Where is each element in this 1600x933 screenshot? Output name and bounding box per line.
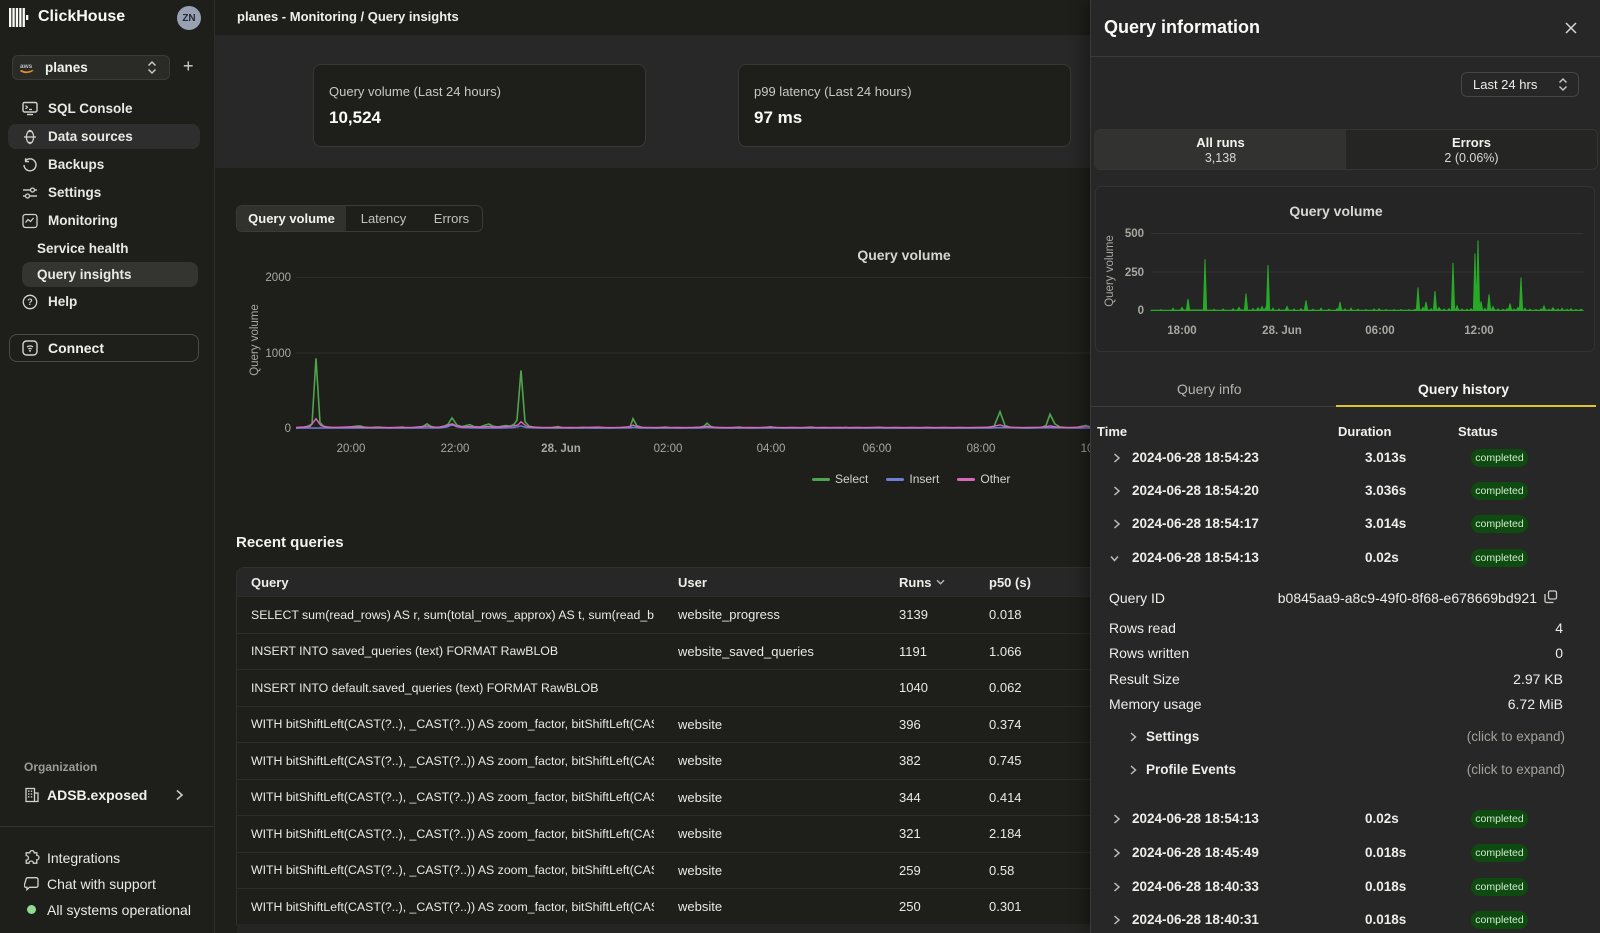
svg-text:aws: aws [20,63,33,70]
svg-text:06:00: 06:00 [1365,325,1394,337]
svg-text:0: 0 [1138,305,1144,317]
svg-text:28. Jun: 28. Jun [1262,325,1302,337]
svg-text:06:00: 06:00 [863,443,892,455]
svg-text:02:00: 02:00 [654,443,683,455]
svg-text:20:00: 20:00 [337,443,366,455]
svg-text:Query volume: Query volume [249,304,261,376]
svg-text:2000: 2000 [265,272,291,284]
svg-text:500: 500 [1125,228,1144,240]
svg-text:250: 250 [1125,267,1144,279]
svg-text:04:00: 04:00 [757,443,786,455]
svg-text:0: 0 [285,423,291,435]
svg-text:1000: 1000 [265,348,291,360]
svg-text:18:00: 18:00 [1167,325,1196,337]
svg-text:08:00: 08:00 [967,443,996,455]
svg-text:?: ? [27,297,33,307]
svg-text:Query volume: Query volume [1104,235,1116,307]
svg-text:12:00: 12:00 [1464,325,1493,337]
svg-text:22:00: 22:00 [441,443,470,455]
svg-text:28. Jun: 28. Jun [541,443,581,455]
